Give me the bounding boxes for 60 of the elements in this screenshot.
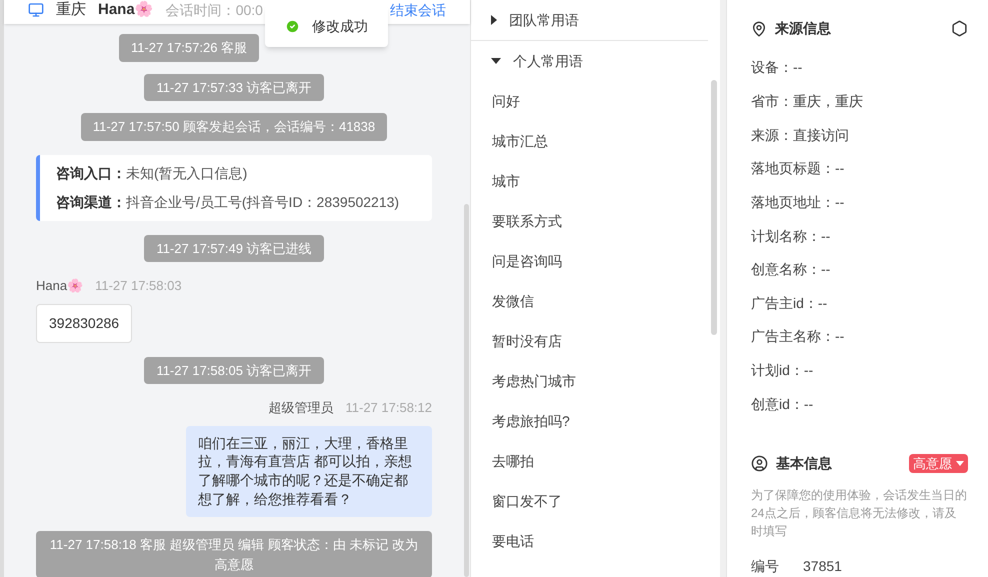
visitor-name: Hana🌸	[98, 0, 154, 20]
info-field: 计划名称：--	[751, 219, 968, 253]
system-message: 11-27 17:57:50 顾客发起会话，会话编号：41838	[80, 113, 388, 140]
phrase-item[interactable]: 去哪拍	[471, 441, 720, 481]
phrase-item[interactable]: 暂时没有店	[471, 321, 720, 361]
caret-icon	[956, 461, 964, 466]
section-title: 来源信息	[775, 19, 831, 38]
info-field: 省市：重庆，重庆	[751, 84, 968, 118]
sender-name: Hana🌸	[36, 277, 84, 295]
phrase-item[interactable]: 城市	[471, 161, 720, 201]
city-label: 重庆	[56, 0, 86, 20]
system-message: 11-27 17:57:49 访客已进线	[144, 234, 324, 262]
message-time: 11-27 17:58:12	[346, 399, 432, 417]
system-message: 11-27 17:58:18 客服 超级管理员 编辑 顾客状态：由 未标记 改为高意愿	[36, 531, 432, 577]
check-icon	[285, 18, 300, 34]
info-field: 设备：--	[751, 51, 968, 85]
message-bubble: 咱们在三亚，丽江，大理，香格里拉，青海有直营店 都可以拍，亲想了解哪个城市的呢？还是不确定都想了解，给您推荐看看？	[186, 426, 432, 518]
caret-icon	[491, 15, 497, 25]
sender-name: 超级管理员	[268, 399, 334, 417]
info-field: 创意id：--	[751, 387, 968, 422]
settings-icon[interactable]	[951, 20, 968, 37]
session-time: 会话时间：00:0	[166, 0, 263, 20]
info-value: 未知(暂无入口信息)	[126, 164, 248, 183]
field-label: 编号	[751, 557, 779, 576]
info-label: 咨询渠道：	[56, 192, 126, 212]
phrase-item[interactable]: 窗口发不了	[471, 481, 720, 521]
phrase-item[interactable]: 发微信	[471, 281, 720, 321]
caret-icon	[491, 58, 501, 64]
info-field: 创意名称：--	[751, 252, 968, 286]
phrase-item[interactable]: 问是咨询吗	[471, 241, 720, 281]
phrase-item[interactable]: 要联系方式	[471, 201, 720, 241]
toast-text: 修改成功	[312, 16, 368, 36]
info-field: 落地页标题：--	[751, 152, 968, 186]
field-value: 37851	[803, 557, 842, 576]
user-icon	[751, 455, 768, 472]
system-message: 11-27 17:57:26 客服	[118, 34, 260, 62]
scrollbar-drawing[interactable]	[711, 80, 717, 335]
info-value: 抖音企业号/员工号(抖音号ID：2839502213)	[126, 192, 400, 212]
info-field: 计划id：--	[751, 354, 968, 388]
location-pin-icon	[751, 20, 767, 36]
phrase-item[interactable]: 考虑热门城市	[471, 361, 720, 401]
info-label: 咨询入口：	[56, 164, 126, 182]
notice-text: 为了保障您的使用体验，会话发生当日的24点之后，顾客信息将无法修改，请及时填写	[751, 487, 968, 540]
phrase-item[interactable]: 要电话	[471, 521, 720, 561]
info-field: 来源：直接访问	[751, 118, 968, 152]
message-time: 11-27 17:58:03	[95, 277, 182, 295]
monitor-icon	[28, 2, 44, 18]
info-field: 广告主id：--	[751, 286, 968, 320]
system-message: 11-27 17:57:33 访客已离开	[144, 74, 324, 101]
system-message: 11-27 17:58:05 访客已离开	[144, 356, 324, 384]
scrollbar-drawing[interactable]	[464, 204, 469, 577]
phrase-item[interactable]: 考虑旅拍吗?	[471, 401, 720, 441]
info-field: 落地页地址：--	[751, 186, 968, 220]
message-bubble: 392830286	[36, 304, 132, 342]
phrase-group-header[interactable]: 个人常用语	[471, 48, 603, 74]
phrase-group-header[interactable]: 团队常用语	[471, 7, 599, 33]
phrase-item[interactable]: 城市汇总	[471, 121, 720, 161]
phrase-item[interactable]: 问好	[471, 81, 720, 121]
section-title: 基本信息	[776, 454, 832, 474]
info-field: 广告主名称：--	[751, 320, 968, 354]
